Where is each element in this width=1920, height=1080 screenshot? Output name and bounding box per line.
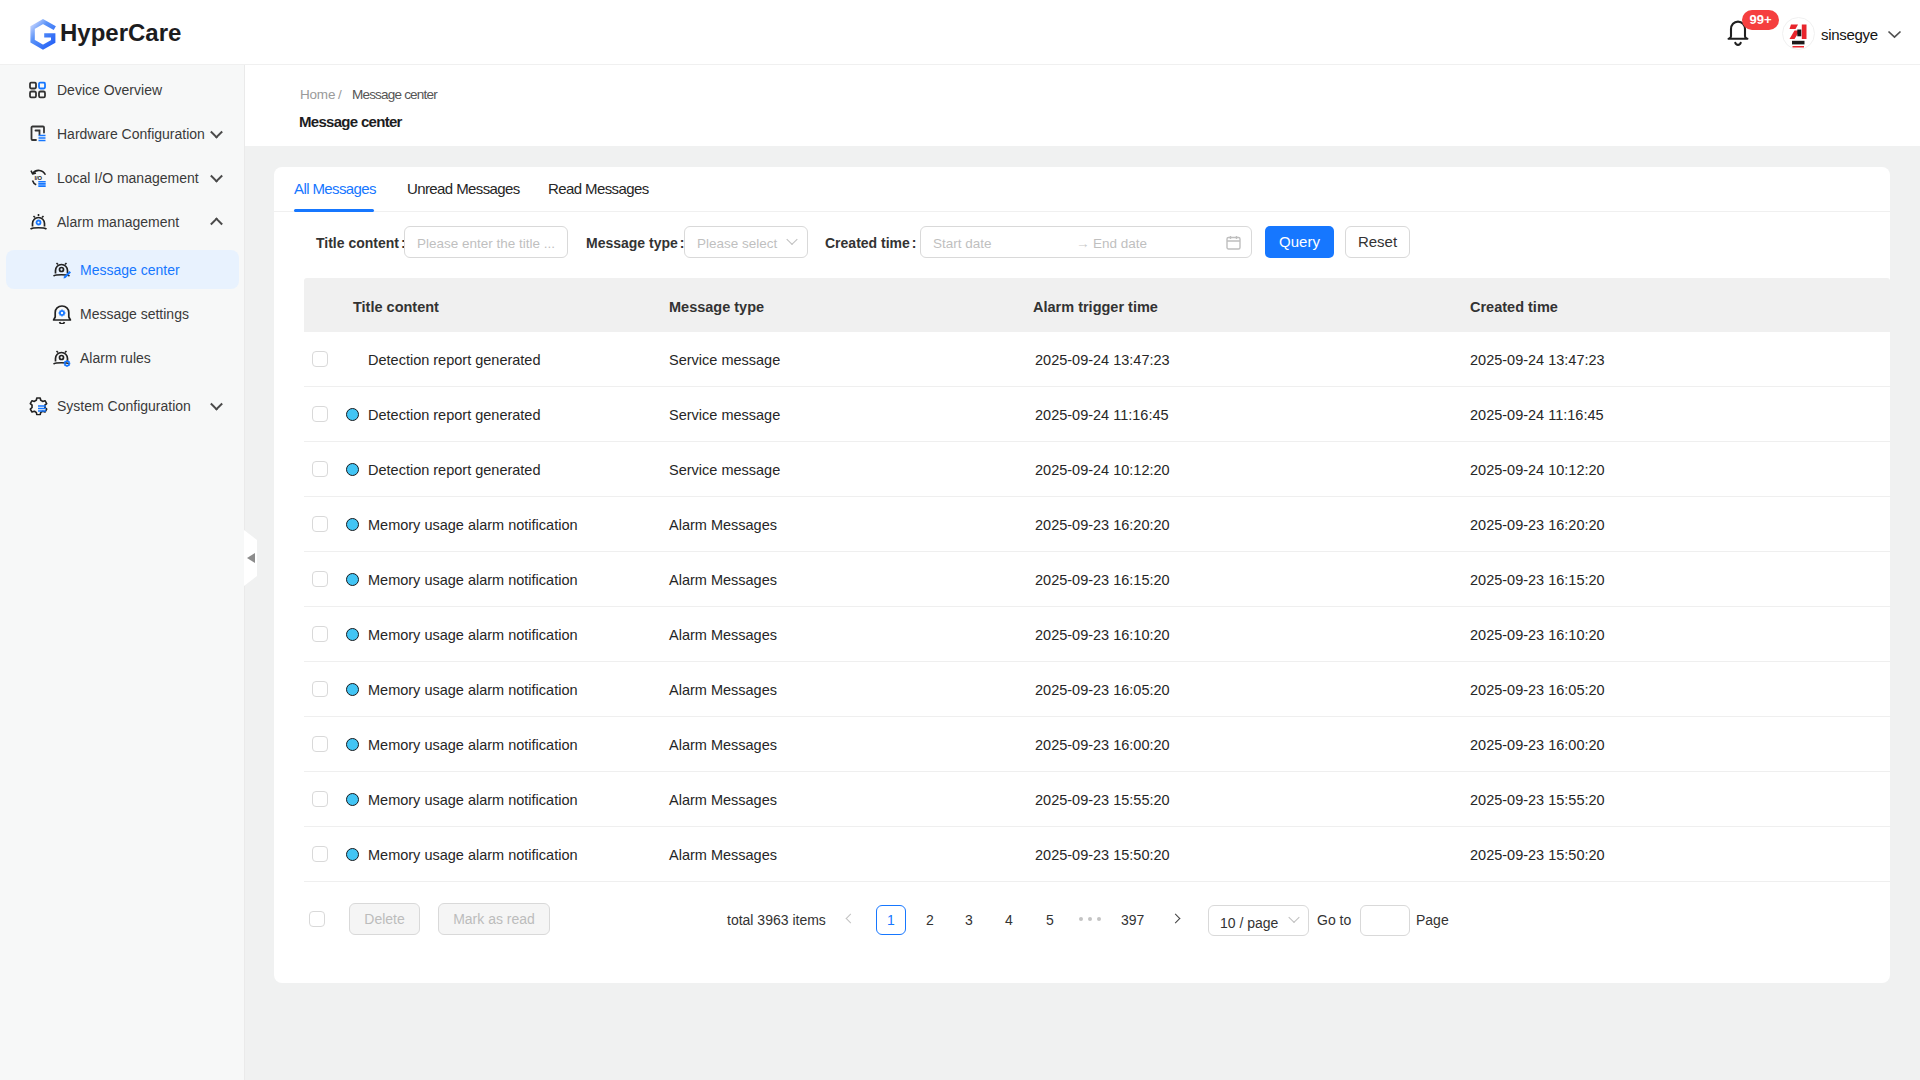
svg-text:I/O: I/O xyxy=(34,175,42,181)
